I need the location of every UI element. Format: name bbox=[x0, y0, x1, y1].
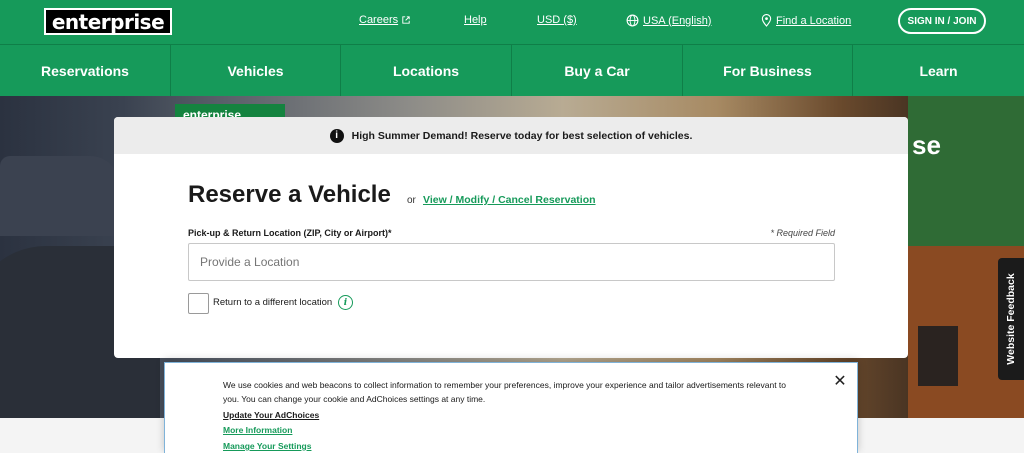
currency-link[interactable]: USD ($) bbox=[537, 14, 577, 26]
nav-item-vehicles[interactable]: Vehicles bbox=[171, 45, 341, 97]
info-circle-icon[interactable]: i bbox=[338, 295, 353, 310]
close-icon[interactable]: ✕ bbox=[833, 374, 847, 390]
or-text: or bbox=[407, 195, 416, 206]
careers-link[interactable]: Careers bbox=[359, 14, 410, 26]
region-label: USA (English) bbox=[643, 14, 712, 27]
find-location-label: Find a Location bbox=[776, 14, 852, 27]
nav-item-locations[interactable]: Locations bbox=[341, 45, 512, 97]
more-information-link[interactable]: More Information bbox=[223, 425, 292, 435]
return-different-checkbox[interactable] bbox=[188, 293, 209, 314]
demand-banner-text: High Summer Demand! Reserve today for be… bbox=[351, 129, 693, 142]
nav-item-learn[interactable]: Learn bbox=[853, 45, 1024, 97]
globe-icon bbox=[626, 14, 639, 27]
location-input[interactable] bbox=[188, 243, 835, 281]
view-modify-cancel-link[interactable]: View / Modify / Cancel Reservation bbox=[423, 194, 596, 206]
sign-in-join-button[interactable]: SIGN IN / JOIN bbox=[898, 8, 986, 34]
cookie-message: We use cookies and web beacons to collec… bbox=[223, 380, 787, 404]
hero-car-shape bbox=[0, 156, 120, 236]
help-label: Help bbox=[464, 14, 487, 26]
hero-wall-text: se bbox=[912, 130, 941, 160]
region-link[interactable]: USA (English) bbox=[626, 14, 711, 27]
external-link-icon bbox=[402, 16, 410, 24]
nav-item-for-business[interactable]: For Business bbox=[683, 45, 853, 97]
careers-label: Careers bbox=[359, 14, 399, 26]
logo-text: enterprise bbox=[51, 9, 165, 34]
update-adchoices-link[interactable]: Update Your AdChoices bbox=[223, 410, 319, 420]
website-feedback-tab[interactable]: Website Feedback bbox=[998, 258, 1024, 380]
cookie-banner: We use cookies and web beacons to collec… bbox=[164, 362, 858, 453]
help-link[interactable]: Help bbox=[464, 14, 487, 26]
currency-label: USD ($) bbox=[537, 14, 577, 26]
location-label: Pick-up & Return Location (ZIP, City or … bbox=[188, 228, 392, 238]
find-location-link[interactable]: Find a Location bbox=[761, 14, 851, 27]
nav-item-reservations[interactable]: Reservations bbox=[0, 45, 171, 97]
demand-banner: i High Summer Demand! Reserve today for … bbox=[114, 117, 908, 154]
hero-chair bbox=[918, 326, 958, 386]
top-bar: enterprise Careers Help USD ($) USA (Eng… bbox=[0, 0, 1024, 44]
main-nav: Reservations Vehicles Locations Buy a Ca… bbox=[0, 44, 1024, 97]
website-feedback-label: Website Feedback bbox=[1005, 273, 1017, 365]
return-different-label[interactable]: Return to a different location bbox=[213, 297, 332, 308]
manage-settings-link[interactable]: Manage Your Settings bbox=[223, 441, 311, 451]
info-icon: i bbox=[329, 128, 344, 143]
location-pin-icon bbox=[761, 14, 772, 27]
enterprise-logo[interactable]: enterprise bbox=[44, 8, 172, 35]
reserve-vehicle-card: i High Summer Demand! Reserve today for … bbox=[114, 117, 908, 358]
nav-item-buy-a-car[interactable]: Buy a Car bbox=[512, 45, 683, 97]
required-field-note: * Required Field bbox=[770, 228, 835, 238]
page-title: Reserve a Vehicle bbox=[188, 181, 391, 208]
